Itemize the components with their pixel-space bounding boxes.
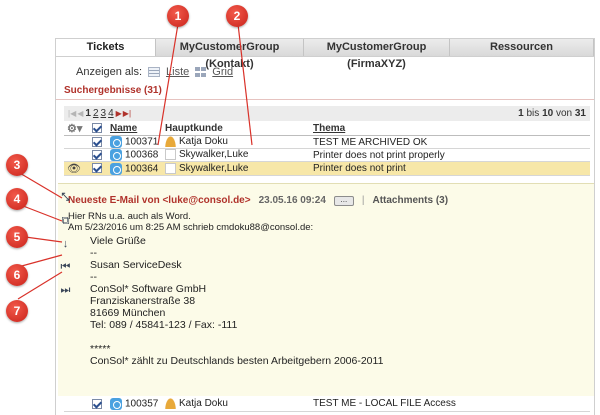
callout-marker: 6 (6, 264, 28, 286)
tab-bar: Tickets MyCustomerGroup (Kontakt) MyCust… (56, 39, 594, 70)
customer-name[interactable]: Skywalker,Luke (179, 150, 248, 161)
customer-name[interactable]: Katja Doku (179, 137, 228, 148)
ticket-table-bottom: 100357 Katja Doku TEST ME - LOCAL FILE A… (64, 397, 590, 412)
arrow-down-icon[interactable]: ↓ (58, 236, 73, 252)
email-header: Neueste E-Mail von <luke@consol.de> 23.0… (68, 195, 448, 206)
callout-marker: 1 (167, 5, 189, 27)
column-header-hauptkunde[interactable]: Hauptkunde (165, 123, 223, 134)
page-link-3[interactable]: 3 (101, 108, 107, 119)
view-grid-link[interactable]: Grid (212, 66, 233, 78)
ticket-topic[interactable]: TEST ME ARCHIVED OK (313, 137, 427, 148)
email-sender[interactable]: Neueste E-Mail von <luke@consol.de> (68, 195, 251, 206)
separator: | (361, 195, 365, 206)
ticket-number[interactable]: 100368 (125, 150, 158, 161)
customer-name[interactable]: Katja Doku (179, 398, 228, 409)
attachments-link[interactable]: Attachments (3) (372, 195, 448, 206)
list-icon[interactable] (148, 67, 161, 77)
view-list-link[interactable]: Liste (166, 66, 189, 78)
view-switcher: Anzeigen als: Liste Grid (76, 66, 233, 78)
last-page-icon[interactable]: ▶| (123, 109, 131, 118)
row-checkbox[interactable] (92, 136, 102, 147)
email-preview: Neueste E-Mail von <luke@consol.de> 23.0… (58, 183, 594, 396)
search-results-title: Suchergebnisse (31) (64, 85, 162, 96)
page-link-1[interactable]: 1 (85, 108, 91, 119)
tab-ressourcen[interactable]: Ressourcen (450, 39, 594, 56)
page-link-4[interactable]: 4 (108, 108, 114, 119)
tab-mycustomergroup-firmaxyz[interactable]: MyCustomerGroup (FirmaXYZ) (304, 39, 450, 70)
column-header-thema[interactable]: Thema (313, 123, 345, 134)
gear-icon[interactable]: ⚙▾ (67, 123, 82, 135)
ticket-number[interactable]: 100364 (125, 163, 158, 174)
ticket-icon (110, 397, 122, 410)
row-checkbox[interactable] (92, 149, 102, 160)
ticket-topic[interactable]: Printer does not print (313, 163, 406, 174)
pagination-bar: |◀ ◀ 1 2 3 4 ▶ ▶| 1 bis 10 von 31 (64, 106, 590, 121)
more-button[interactable]: ... (333, 195, 354, 206)
divider (56, 99, 594, 100)
first-page-icon[interactable]: |◀ (68, 109, 76, 118)
skip-last-icon[interactable]: ⏭ (58, 282, 73, 298)
skip-first-icon[interactable]: ⏮ (58, 259, 73, 275)
next-page-icon[interactable]: ▶ (116, 109, 122, 118)
email-body-line: Am 5/23/2016 um 8:25 AM schrieb cmdoku88… (68, 222, 314, 233)
grid-icon[interactable] (195, 67, 207, 77)
preview-toolbar: ⤡ ⧉ ↓ ⏮ ⏭ (58, 190, 75, 305)
eye-icon[interactable]: 👁 (67, 163, 81, 175)
prev-page-icon[interactable]: ◀ (77, 109, 83, 118)
select-all-checkbox[interactable] (92, 123, 102, 134)
row-checkbox[interactable] (92, 163, 102, 174)
table-row[interactable]: 100357 Katja Doku TEST ME - LOCAL FILE A… (64, 397, 590, 412)
contact-icon (165, 149, 176, 161)
customer-name[interactable]: Skywalker,Luke (179, 163, 248, 174)
callout-marker: 5 (6, 226, 28, 248)
column-header-name[interactable]: Name (110, 123, 137, 134)
ticket-topic[interactable]: Printer does not print properly (313, 150, 445, 161)
email-quote: Viele Grüße -- Susan ServiceDesk -- ConS… (90, 235, 384, 367)
expand-icon[interactable]: ⤡ (58, 190, 73, 206)
email-body-line: Hier RNs u.a. auch als Word. (68, 211, 191, 222)
table-header-row: ⚙▾ Name Hauptkunde Thema (64, 122, 590, 136)
table-row[interactable]: 100368 Skywalker,Luke Printer does not p… (64, 148, 590, 162)
contact-icon (165, 398, 176, 410)
open-window-icon[interactable]: ⧉ (58, 213, 73, 229)
tab-mycustomergroup-kontakt[interactable]: MyCustomerGroup (Kontakt) (156, 39, 304, 70)
view-label: Anzeigen als: (76, 66, 143, 78)
email-date: 23.05.16 09:24 (258, 195, 326, 206)
ticket-number[interactable]: 100371 (125, 137, 158, 148)
callout-marker: 3 (6, 154, 28, 176)
ticket-topic[interactable]: TEST ME - LOCAL FILE Access (313, 398, 456, 409)
email-body: Hier RNs u.a. auch als Word. Am 5/23/201… (68, 211, 313, 233)
tab-tickets[interactable]: Tickets (56, 39, 156, 56)
table-row[interactable]: 100371 Katja Doku TEST ME ARCHIVED OK (64, 135, 590, 149)
page-link-2[interactable]: 2 (93, 108, 99, 119)
callout-marker: 2 (226, 5, 248, 27)
row-checkbox[interactable] (92, 398, 102, 409)
ticket-icon (110, 149, 122, 161)
contact-icon (165, 136, 176, 148)
callout-marker: 7 (6, 300, 28, 322)
table-row-selected[interactable]: 👁 100364 Skywalker,Luke Printer does not… (64, 161, 590, 176)
ticket-number[interactable]: 100357 (125, 398, 158, 409)
page-range: 1 bis 10 von 31 (518, 108, 586, 119)
ticket-icon (110, 136, 122, 148)
ticket-table: ⚙▾ Name Hauptkunde Thema 100371 Katja Do… (64, 122, 590, 176)
ticket-icon (110, 162, 122, 175)
contact-icon (165, 162, 176, 174)
callout-marker: 4 (6, 188, 28, 210)
